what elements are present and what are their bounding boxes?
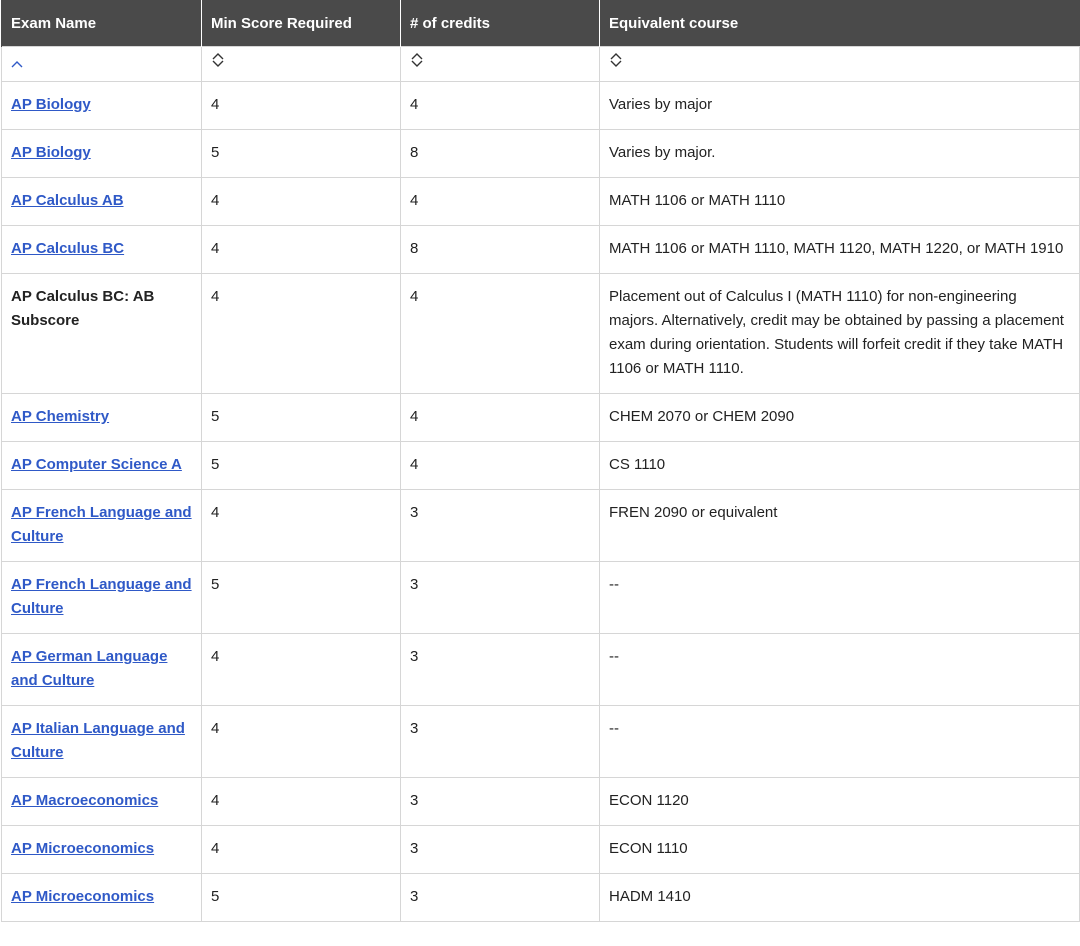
cell-exam-name: AP Microeconomics: [1, 825, 202, 874]
exam-link[interactable]: AP Computer Science A: [11, 456, 182, 473]
cell-exam-name: AP French Language and Culture: [1, 561, 202, 634]
table-row: AP Biology 5 8 Varies by major.: [1, 129, 1080, 178]
exam-link[interactable]: AP Calculus BC: [11, 240, 124, 257]
cell-equivalent-course: HADM 1410: [599, 873, 1080, 922]
exam-link[interactable]: AP Microeconomics: [11, 888, 154, 905]
cell-credits: 3: [400, 777, 600, 826]
table-row: AP Microeconomics 5 3 HADM 1410: [1, 873, 1080, 922]
cell-credits: 3: [400, 561, 600, 634]
cell-exam-name: AP Calculus AB: [1, 177, 202, 226]
cell-credits: 8: [400, 129, 600, 178]
cell-exam-name: AP French Language and Culture: [1, 489, 202, 562]
exam-credit-table: Exam Name Min Score Required # of credit…: [1, 0, 1080, 922]
cell-min-score: 4: [201, 825, 401, 874]
table-row: AP Chemistry 5 4 CHEM 2070 or CHEM 2090: [1, 393, 1080, 442]
table-header-row: Exam Name Min Score Required # of credit…: [1, 0, 1080, 47]
cell-equivalent-course: Varies by major: [599, 81, 1080, 130]
header-exam-name[interactable]: Exam Name: [1, 0, 202, 47]
cell-equivalent-course: MATH 1106 or MATH 1110, MATH 1120, MATH …: [599, 225, 1080, 274]
sort-equivalent-course[interactable]: [599, 46, 1080, 82]
table-row: AP Calculus BC: AB Subscore 4 4 Placement o…: [1, 273, 1080, 394]
cell-equivalent-course: --: [599, 561, 1080, 634]
cell-exam-name: AP Macroeconomics: [1, 777, 202, 826]
cell-equivalent-course: ECON 1120: [599, 777, 1080, 826]
cell-equivalent-course: --: [599, 633, 1080, 706]
cell-exam-name: AP Microeconomics: [1, 873, 202, 922]
cell-equivalent-course: FREN 2090 or equivalent: [599, 489, 1080, 562]
table-row: AP Computer Science A 5 4 CS 1110: [1, 441, 1080, 490]
cell-equivalent-course: Placement out of Calculus I (MATH 1110) …: [599, 273, 1080, 394]
exam-link[interactable]: AP Chemistry: [11, 408, 109, 425]
table-row: AP French Language and Culture 5 3 --: [1, 561, 1080, 634]
sort-icon[interactable]: [211, 52, 225, 68]
header-equivalent-course[interactable]: Equivalent course: [599, 0, 1080, 47]
cell-equivalent-course: ECON 1110: [599, 825, 1080, 874]
table-row: AP Italian Language and Culture 4 3 --: [1, 705, 1080, 778]
chevron-up-icon[interactable]: [11, 60, 23, 68]
table-row: AP Macroeconomics 4 3 ECON 1120: [1, 777, 1080, 826]
cell-min-score: 5: [201, 441, 401, 490]
table-row: AP French Language and Culture 4 3 FREN 209…: [1, 489, 1080, 562]
exam-link[interactable]: AP Microeconomics: [11, 840, 154, 857]
cell-equivalent-course: --: [599, 705, 1080, 778]
exam-link[interactable]: AP Biology: [11, 144, 91, 161]
cell-credits: 4: [400, 81, 600, 130]
cell-credits: 8: [400, 225, 600, 274]
sort-exam-name[interactable]: [1, 46, 202, 82]
cell-min-score: 4: [201, 273, 401, 394]
cell-exam-name: AP Italian Language and Culture: [1, 705, 202, 778]
cell-credits: 3: [400, 489, 600, 562]
cell-credits: 4: [400, 393, 600, 442]
cell-exam-name: AP Calculus BC: [1, 225, 202, 274]
cell-min-score: 4: [201, 225, 401, 274]
exam-link[interactable]: AP Italian Language and Culture: [11, 720, 185, 761]
sort-controls-row: [1, 46, 1080, 82]
exam-link[interactable]: AP German Language and Culture: [11, 648, 167, 689]
cell-exam-name: AP Calculus BC: AB Subscore: [1, 273, 202, 394]
sort-icon[interactable]: [410, 52, 424, 68]
cell-exam-name: AP Biology: [1, 129, 202, 178]
cell-credits: 3: [400, 873, 600, 922]
cell-min-score: 5: [201, 561, 401, 634]
cell-min-score: 5: [201, 873, 401, 922]
header-min-score[interactable]: Min Score Required: [201, 0, 401, 47]
cell-equivalent-course: MATH 1106 or MATH 1110: [599, 177, 1080, 226]
cell-min-score: 5: [201, 393, 401, 442]
cell-exam-name: AP Computer Science A: [1, 441, 202, 490]
cell-min-score: 4: [201, 777, 401, 826]
table-row: AP Calculus AB 4 4 MATH 1106 or MATH 1110: [1, 177, 1080, 226]
table-row: AP Calculus BC 4 8 MATH 1106 or MATH 1110, …: [1, 225, 1080, 274]
cell-min-score: 4: [201, 633, 401, 706]
table-row: AP Biology 4 4 Varies by major: [1, 81, 1080, 130]
cell-credits: 3: [400, 633, 600, 706]
sort-icon[interactable]: [609, 52, 623, 68]
cell-credits: 3: [400, 705, 600, 778]
header-credits[interactable]: # of credits: [400, 0, 600, 47]
exam-link[interactable]: AP French Language and Culture: [11, 504, 192, 545]
cell-equivalent-course: CS 1110: [599, 441, 1080, 490]
cell-exam-name: AP Chemistry: [1, 393, 202, 442]
cell-min-score: 4: [201, 177, 401, 226]
cell-min-score: 4: [201, 81, 401, 130]
cell-credits: 4: [400, 441, 600, 490]
cell-min-score: 4: [201, 489, 401, 562]
cell-equivalent-course: Varies by major.: [599, 129, 1080, 178]
cell-min-score: 5: [201, 129, 401, 178]
cell-exam-name: AP German Language and Culture: [1, 633, 202, 706]
cell-credits: 4: [400, 177, 600, 226]
table-row: AP Microeconomics 4 3 ECON 1110: [1, 825, 1080, 874]
cell-exam-name: AP Biology: [1, 81, 202, 130]
sort-min-score[interactable]: [201, 46, 401, 82]
cell-credits: 4: [400, 273, 600, 394]
exam-link[interactable]: AP Biology: [11, 96, 91, 113]
table-row: AP German Language and Culture 4 3 --: [1, 633, 1080, 706]
cell-equivalent-course: CHEM 2070 or CHEM 2090: [599, 393, 1080, 442]
exam-link[interactable]: AP Calculus AB: [11, 192, 124, 209]
exam-link[interactable]: AP French Language and Culture: [11, 576, 192, 617]
cell-min-score: 4: [201, 705, 401, 778]
sort-credits[interactable]: [400, 46, 600, 82]
exam-link[interactable]: AP Macroeconomics: [11, 792, 158, 809]
exam-name-text: AP Calculus BC: AB Subscore: [11, 288, 155, 329]
cell-credits: 3: [400, 825, 600, 874]
